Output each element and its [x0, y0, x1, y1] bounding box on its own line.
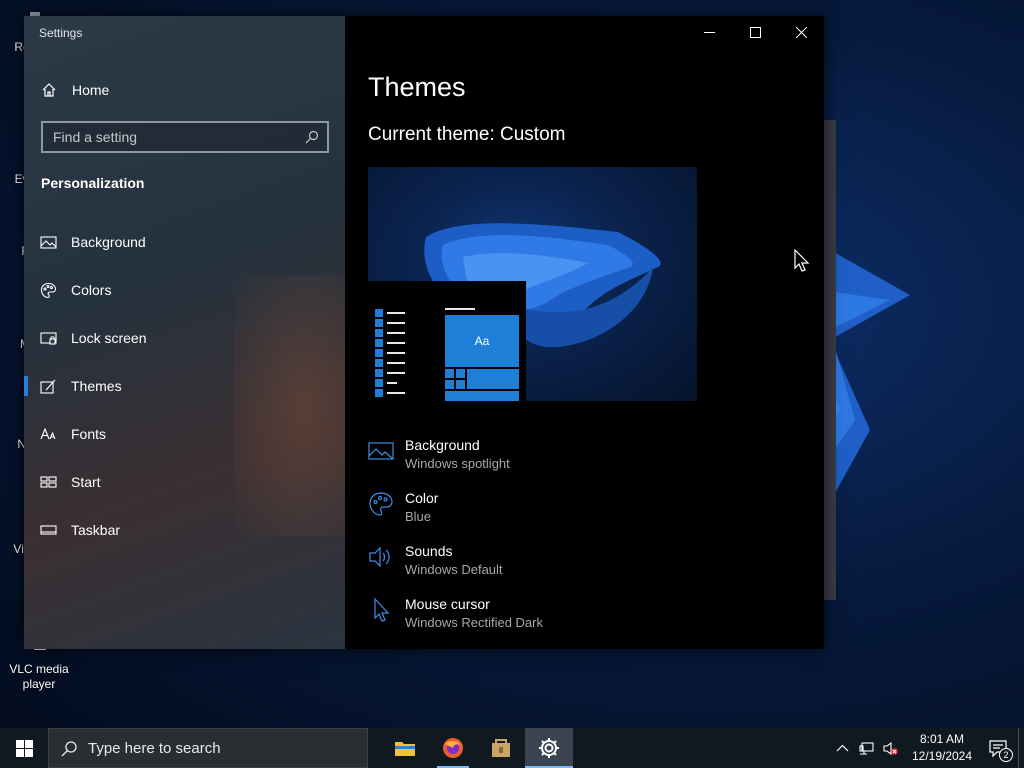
section-title: Personalization: [41, 175, 145, 191]
search-icon: [305, 130, 319, 144]
option-sounds[interactable]: Sounds Windows Default: [368, 540, 808, 593]
search-box[interactable]: [41, 121, 329, 153]
nav-label: Colors: [71, 282, 112, 298]
chevron-up-icon: [836, 744, 848, 751]
preview-start-list: [375, 309, 407, 401]
option-mouse-cursor[interactable]: Mouse cursor Windows Rectified Dark: [368, 593, 808, 646]
theme-preview[interactable]: Aa: [368, 167, 697, 401]
taskbar-search-placeholder: Type here to search: [88, 739, 221, 757]
home-label: Home: [72, 82, 110, 98]
maximize-button[interactable]: [732, 16, 778, 48]
nav-label: Themes: [71, 378, 122, 394]
volume-muted-icon: [882, 741, 898, 755]
system-tray: 8:01 AM 12/19/2024 2: [830, 728, 1024, 768]
nav-item-fonts[interactable]: Fonts: [24, 410, 345, 458]
option-value: Blue: [405, 509, 432, 524]
preview-tile: [456, 369, 465, 378]
firefox-icon: [443, 738, 463, 758]
taskbar-app-firefox[interactable]: [429, 728, 477, 768]
lock-screen-icon: [40, 331, 57, 345]
preview-tile: [456, 380, 465, 389]
volume-button[interactable]: [878, 728, 902, 768]
clock[interactable]: 8:01 AM 12/19/2024: [906, 731, 978, 765]
taskbar-app-settings[interactable]: [525, 728, 573, 768]
folder-icon: [395, 742, 415, 756]
windows-logo-icon: [15, 739, 33, 757]
notification-badge: 2: [999, 748, 1013, 762]
option-value: Windows spotlight: [405, 456, 510, 471]
nav-label: Taskbar: [71, 522, 121, 538]
show-hidden-icons-button[interactable]: [830, 728, 854, 768]
nav-label: Lock screen: [71, 330, 147, 346]
start-icon: [40, 475, 57, 488]
preview-top-line: [445, 308, 475, 310]
preview-tile-large: Aa: [445, 315, 519, 367]
taskbar: Type here to search 8:01 AM 12/19/2024 2: [0, 728, 1024, 768]
search-input[interactable]: [53, 129, 305, 145]
show-desktop-button[interactable]: [1018, 728, 1024, 768]
minimize-icon: [703, 31, 715, 33]
taskbar-apps: [381, 728, 573, 768]
background-window-edge: [824, 120, 836, 600]
option-color[interactable]: Color Blue: [368, 487, 808, 540]
theme-options: Background Windows spotlight Color Blue …: [368, 434, 808, 646]
option-value: Windows Rectified Dark: [405, 615, 543, 630]
option-name: Background: [405, 437, 480, 453]
nav-list: Background Colors Lock screen Themes Fon…: [24, 218, 345, 554]
maximize-icon: [749, 26, 761, 38]
nav-label: Fonts: [71, 426, 107, 442]
clock-date: 12/19/2024: [911, 749, 973, 763]
preview-tile: [467, 369, 519, 389]
nav-item-colors[interactable]: Colors: [24, 266, 345, 314]
package-icon: [492, 739, 510, 757]
option-name: Mouse cursor: [405, 596, 490, 612]
nav-label: Background: [71, 234, 146, 250]
picture-icon: [40, 235, 57, 249]
close-icon: [795, 26, 807, 38]
clock-time: 8:01 AM: [919, 732, 965, 746]
font-icon: [40, 427, 56, 439]
nav-item-background[interactable]: Background: [24, 218, 345, 266]
minimize-button[interactable]: [686, 16, 732, 48]
nav-item-taskbar[interactable]: Taskbar: [24, 506, 345, 554]
app-title: Settings: [39, 26, 83, 40]
taskbar-icon: [40, 524, 57, 535]
home-icon: [42, 83, 56, 97]
content-pane: Themes Current theme: Custom Aa Backgrou…: [345, 16, 824, 649]
cursor-icon: [374, 597, 390, 622]
preview-tile: [445, 391, 519, 401]
preview-start-menu: Aa: [368, 281, 526, 401]
preview-tile: [445, 380, 454, 389]
action-center-button[interactable]: 2: [978, 728, 1018, 768]
speaker-icon: [369, 546, 390, 568]
option-value: Windows Default: [405, 562, 503, 577]
picture-icon: [368, 442, 394, 460]
option-name: Color: [405, 490, 439, 506]
start-button[interactable]: [0, 728, 48, 768]
brush-icon: [40, 379, 56, 394]
search-icon: [61, 740, 77, 756]
nav-item-start[interactable]: Start: [24, 458, 345, 506]
palette-icon: [40, 282, 57, 298]
taskbar-app-file-explorer[interactable]: [381, 728, 429, 768]
option-name: Sounds: [405, 543, 453, 559]
palette-icon: [369, 492, 393, 516]
gear-icon: [539, 738, 559, 758]
network-button[interactable]: [854, 728, 878, 768]
sidebar: Settings Home Personalization Background…: [24, 16, 374, 649]
taskbar-search[interactable]: Type here to search: [48, 728, 368, 768]
nav-item-themes[interactable]: Themes: [24, 362, 345, 410]
home-nav-item[interactable]: Home: [41, 80, 109, 100]
taskbar-app-store[interactable]: [477, 728, 525, 768]
current-theme-label: Current theme: Custom: [368, 124, 566, 145]
network-icon: [858, 741, 874, 755]
nav-item-lock-screen[interactable]: Lock screen: [24, 314, 345, 362]
close-button[interactable]: [778, 16, 824, 48]
mouse-pointer-icon: [794, 249, 810, 272]
option-background[interactable]: Background Windows spotlight: [368, 434, 808, 487]
preview-tile: [445, 369, 454, 378]
page-title: Themes: [368, 72, 466, 102]
nav-label: Start: [71, 474, 101, 490]
settings-window: Settings Home Personalization Background…: [24, 16, 824, 649]
